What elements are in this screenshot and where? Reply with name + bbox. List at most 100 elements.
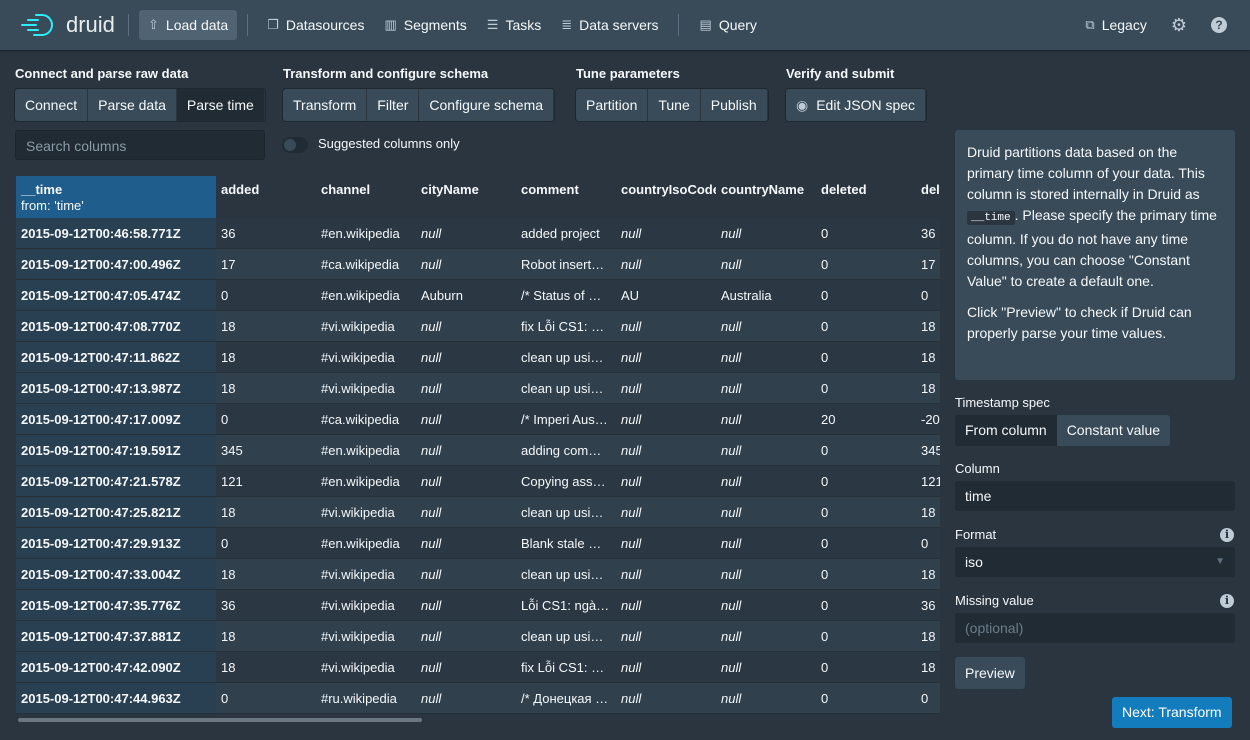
table-cell: 121 [921, 474, 940, 489]
nav-datasources[interactable]: ❐ Datasources [258, 10, 373, 40]
table-cell: 0 [821, 598, 829, 613]
table-cell: null [721, 474, 742, 489]
table-row: 2015-09-12T00:47:29.913Z 0 #en.wikipedia nu… [16, 528, 940, 559]
table-cell: null [421, 381, 442, 396]
table-cell: #vi.wikipedia [321, 505, 395, 520]
column-header[interactable]: delta [916, 176, 940, 218]
help-button[interactable]: ? [1202, 10, 1236, 40]
table-cell: 345 [921, 443, 940, 458]
missing-info-icon[interactable]: i [1220, 594, 1234, 608]
table-cell: /* Донецкая … [521, 691, 609, 706]
table-cell: clean up usi… [521, 629, 604, 644]
step-tune[interactable]: Tune [648, 89, 701, 121]
table-cell: null [721, 350, 742, 365]
table-cell: #en.wikipedia [321, 288, 400, 303]
table-cell: null [421, 567, 442, 582]
step-configure-schema[interactable]: Configure schema [419, 89, 555, 121]
from-column-option[interactable]: From column [955, 415, 1057, 446]
table-cell: null [621, 443, 642, 458]
nav-segments[interactable]: ▥ Segments [375, 10, 475, 40]
table-cell: 2015-09-12T00:47:37.881Z [16, 621, 216, 651]
table-cell: 0 [821, 660, 829, 675]
table-cell: #vi.wikipedia [321, 350, 395, 365]
application-icon: ▤ [699, 17, 712, 32]
column-header[interactable]: deleted [816, 176, 916, 218]
table-cell: clean up usi… [521, 505, 604, 520]
missing-value-input[interactable]: (optional) [955, 613, 1235, 643]
table-cell: null [421, 629, 442, 644]
table-cell: /* Status of … [521, 288, 602, 303]
format-select[interactable]: iso ▼ [955, 547, 1235, 577]
column-input[interactable]: time [955, 481, 1235, 511]
nav-query[interactable]: ▤ Query [691, 10, 766, 40]
timestamp-spec-label: Timestamp spec [955, 395, 1050, 410]
column-header[interactable]: cityName [416, 176, 516, 218]
table-cell: 2015-09-12T00:47:08.770Z [16, 311, 216, 341]
table-row: 2015-09-12T00:47:35.776Z 36 #vi.wikipedia n… [16, 590, 940, 621]
table-cell: 0 [821, 536, 829, 551]
step-filter[interactable]: Filter [367, 89, 420, 121]
legacy-button[interactable]: ⧉ Legacy [1076, 10, 1155, 40]
column-header[interactable]: comment [516, 176, 616, 218]
table-row: 2015-09-12T00:47:05.474Z 0 #en.wikipedia Au… [16, 280, 940, 311]
table-cell: null [421, 350, 442, 365]
constant-value-option[interactable]: Constant value [1056, 415, 1171, 446]
nav-label: Segments [403, 17, 467, 33]
table-cell: #vi.wikipedia [321, 319, 395, 334]
table-cell: 0 [821, 505, 829, 520]
nav-load-data[interactable]: ⇧ Load data [139, 10, 238, 40]
column-header[interactable]: channel [316, 176, 416, 218]
column-header[interactable]: countryName [716, 176, 816, 218]
table-cell: 18 [921, 660, 936, 675]
column-header[interactable]: countryIsoCode [616, 176, 716, 218]
table-cell: 2015-09-12T00:47:19.591Z [16, 435, 216, 465]
table-row: 2015-09-12T00:47:42.090Z 18 #vi.wikipedia n… [16, 652, 940, 683]
nav-data-servers[interactable]: ≣ Data servers [552, 10, 667, 40]
table-cell: 0 [821, 226, 829, 241]
step-transform[interactable]: Transform [283, 89, 368, 121]
table-cell: #en.wikipedia [321, 536, 400, 551]
druid-logo[interactable]: druid [18, 12, 118, 38]
table-cell: #vi.wikipedia [321, 381, 395, 396]
table-cell: null [621, 505, 642, 520]
step-group: ◉ Edit JSON spec [786, 89, 927, 121]
table-row: 2015-09-12T00:47:08.770Z 18 #vi.wikipedia n… [16, 311, 940, 342]
table-cell: null [621, 567, 642, 582]
format-info-icon[interactable]: i [1220, 528, 1234, 542]
step-partition[interactable]: Partition [576, 89, 649, 121]
table-row: 2015-09-12T00:46:58.771Z 36 #en.wikipedia n… [16, 218, 940, 249]
table-cell: 0 [821, 567, 829, 582]
step-parse-data[interactable]: Parse data [88, 89, 177, 121]
step-group: Transform Filter Configure schema [283, 89, 555, 121]
table-cell: #vi.wikipedia [321, 660, 395, 675]
table-cell: 2015-09-12T00:47:05.474Z [16, 280, 216, 310]
table-cell: #vi.wikipedia [321, 598, 395, 613]
settings-button[interactable]: ⚙ [1162, 10, 1196, 40]
next-transform-button[interactable]: Next: Transform [1112, 697, 1232, 728]
column-header[interactable]: added [216, 176, 316, 218]
table-cell: 2015-09-12T00:47:29.913Z [16, 528, 216, 558]
preview-button[interactable]: Preview [955, 657, 1025, 689]
nav-tasks[interactable]: ☰ Tasks [478, 10, 550, 40]
table-row: 2015-09-12T00:47:37.881Z 18 #vi.wikipedia n… [16, 621, 940, 652]
table-cell: 20 [821, 412, 836, 427]
step-edit-json-spec[interactable]: ◉ Edit JSON spec [786, 89, 927, 121]
table-cell: 0 [821, 257, 829, 272]
step-parse-time[interactable]: Parse time [176, 89, 265, 121]
legacy-label: Legacy [1101, 17, 1147, 33]
suggested-columns-toggle[interactable] [282, 137, 308, 153]
step-group-title: Transform and configure schema [283, 66, 489, 81]
table-cell: 0 [821, 381, 829, 396]
table-cell: 0 [921, 536, 929, 551]
table-cell: 18 [921, 319, 936, 334]
table-cell: 18 [221, 660, 236, 675]
table-cell: null [621, 381, 642, 396]
step-publish[interactable]: Publish [700, 89, 768, 121]
horizontal-scrollbar[interactable] [18, 718, 422, 722]
table-cell: 0 [821, 691, 829, 706]
table-cell: 0 [221, 412, 229, 427]
table-cell: null [421, 412, 442, 427]
search-columns-input[interactable]: Search columns [15, 130, 265, 160]
step-connect[interactable]: Connect [15, 89, 89, 121]
column-header-time[interactable]: __time from: 'time' [16, 176, 216, 218]
